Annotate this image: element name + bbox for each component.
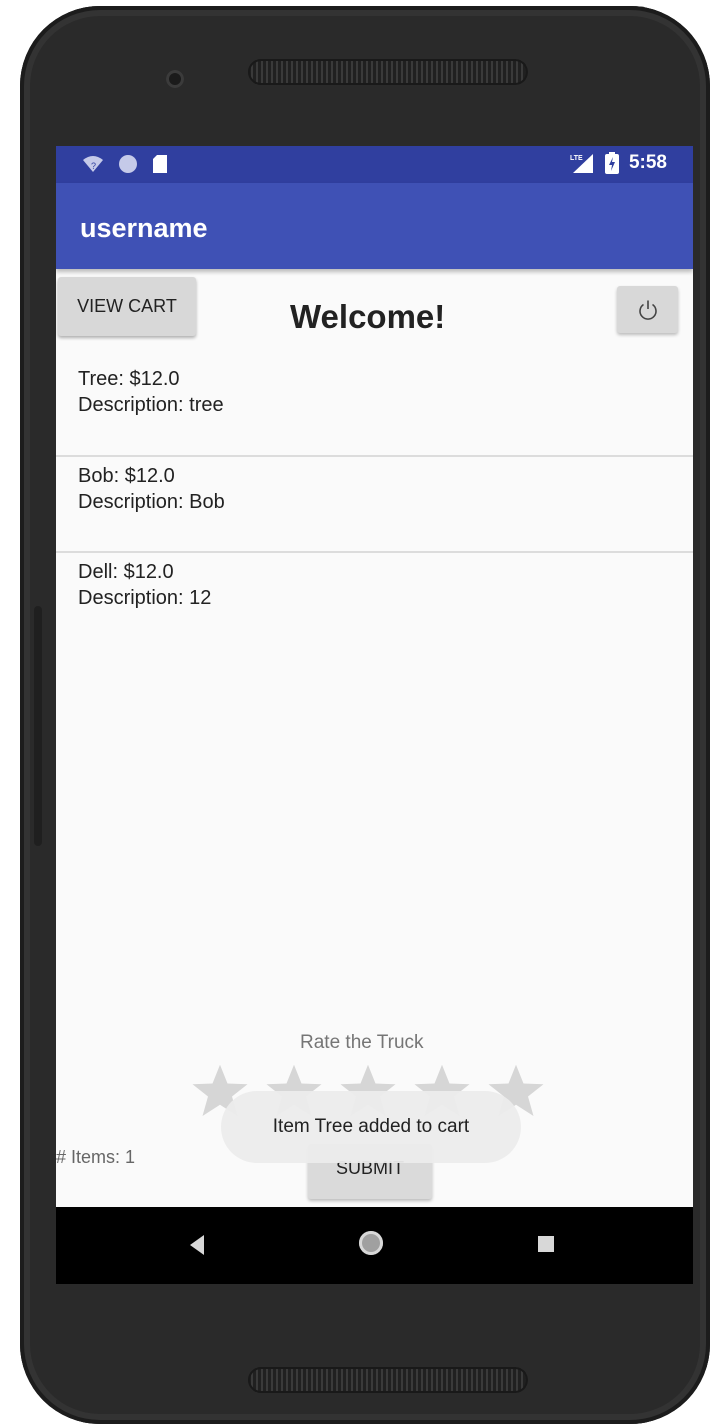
toast-message: Item Tree added to cart	[221, 1091, 521, 1163]
item-list: Tree: $12.0 Description: tree Bob: $12.0…	[56, 356, 693, 649]
circle-icon	[119, 155, 137, 173]
item-description: Description: Bob	[78, 491, 225, 513]
list-item[interactable]: Tree: $12.0 Description: tree	[56, 356, 693, 457]
view-cart-button[interactable]: VIEW CART	[58, 277, 196, 336]
item-description: Description: 12	[78, 587, 212, 609]
item-name-price: Dell: $12.0	[78, 561, 174, 583]
recent-apps-icon[interactable]	[538, 1236, 554, 1252]
battery-icon	[604, 152, 619, 174]
item-count: # Items: 1	[56, 1147, 136, 1167]
sd-card-icon	[153, 155, 167, 173]
wifi-icon: ?	[83, 156, 103, 172]
item-name-price: Bob: $12.0	[78, 465, 175, 487]
home-icon[interactable]	[359, 1231, 383, 1255]
navigation-bar	[56, 1207, 693, 1284]
side-button	[34, 606, 42, 846]
logout-button[interactable]	[617, 286, 678, 333]
app-title: username	[80, 213, 208, 243]
power-icon	[638, 300, 657, 320]
status-bar: ? LTE 5:58	[56, 146, 693, 183]
item-description: Description: tree	[78, 394, 224, 416]
svg-text:LTE: LTE	[570, 155, 583, 162]
front-camera	[166, 70, 184, 88]
bottom-speaker	[248, 1367, 528, 1393]
welcome-heading: Welcome!	[290, 298, 446, 335]
top-speaker	[248, 59, 528, 85]
back-icon[interactable]	[190, 1235, 204, 1255]
status-time: 5:58	[628, 152, 667, 173]
item-name-price: Tree: $12.0	[78, 368, 180, 390]
signal-icon: LTE	[570, 154, 593, 173]
list-item[interactable]: Bob: $12.0 Description: Bob	[56, 457, 693, 553]
svg-text:?: ?	[91, 161, 96, 171]
screen: ? LTE 5:58 username VIEW CART Welcome! T…	[56, 146, 693, 1284]
app-bar: username	[56, 183, 693, 269]
list-item[interactable]: Dell: $12.0 Description: 12	[56, 553, 693, 649]
rate-label: Rate the Truck	[300, 1032, 424, 1053]
